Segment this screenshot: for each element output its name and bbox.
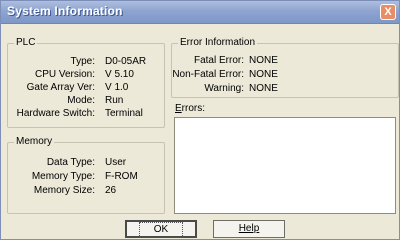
hardware-switch-label: Hardware Switch: <box>16 108 95 119</box>
memory-type-row: Memory Type: F-ROM <box>7 171 165 182</box>
errors-textbox[interactable] <box>174 117 396 214</box>
mode-row: Mode: Run <box>7 95 165 106</box>
gate-array-value: V 1.0 <box>105 82 129 93</box>
data-type-label: Data Type: <box>46 157 95 168</box>
close-icon[interactable]: X <box>380 4 396 20</box>
window-title: System Information <box>7 4 123 18</box>
plc-type-row: Type: D0-05AR <box>7 56 165 67</box>
gate-array-row: Gate Array Ver: V 1.0 <box>7 82 165 93</box>
warning-label: Warning: <box>204 83 244 94</box>
warning-value: NONE <box>249 83 278 94</box>
memory-legend: Memory <box>16 136 53 147</box>
gate-array-label: Gate Array Ver: <box>26 82 95 93</box>
cpu-version-label: CPU Version: <box>34 69 95 80</box>
fatal-error-value: NONE <box>249 55 278 66</box>
memory-type-label: Memory Type: <box>31 171 95 182</box>
data-type-value: User <box>105 157 127 168</box>
cpu-version-row: CPU Version: V 5.10 <box>7 69 165 80</box>
memory-type-value: F-ROM <box>105 171 138 182</box>
data-type-row: Data Type: User <box>7 157 165 168</box>
non-fatal-error-row: Non-Fatal Error: NONE <box>171 69 399 80</box>
hardware-switch-value: Terminal <box>105 108 143 119</box>
memory-size-row: Memory Size: 26 <box>7 185 165 196</box>
mode-label: Mode: <box>67 95 95 106</box>
system-information-dialog: System Information X PLC Type: D0-05AR C… <box>0 0 400 240</box>
non-fatal-error-label: Non-Fatal Error: <box>172 69 244 80</box>
mode-value: Run <box>105 95 124 106</box>
plc-legend: PLC <box>16 37 36 48</box>
errors-label: Errors: <box>175 103 206 114</box>
help-button-label: Help <box>238 223 260 234</box>
memory-size-label: Memory Size: <box>33 185 95 196</box>
cpu-version-value: V 5.10 <box>105 69 134 80</box>
memory-size-value: 26 <box>105 185 117 196</box>
warning-row: Warning: NONE <box>171 83 399 94</box>
ok-button[interactable]: OK <box>125 220 197 238</box>
ok-button-label: OK <box>138 222 184 238</box>
non-fatal-error-value: NONE <box>249 69 278 80</box>
help-button[interactable]: Help <box>213 220 285 238</box>
hardware-switch-row: Hardware Switch: Terminal <box>7 108 165 119</box>
fatal-error-label: Fatal Error: <box>193 55 244 66</box>
fatal-error-row: Fatal Error: NONE <box>171 55 399 66</box>
plc-type-label: Type: <box>70 56 95 67</box>
plc-type-value: D0-05AR <box>105 56 147 67</box>
title-bar[interactable]: System Information X <box>1 1 399 24</box>
error-information-legend: Error Information <box>180 37 256 48</box>
